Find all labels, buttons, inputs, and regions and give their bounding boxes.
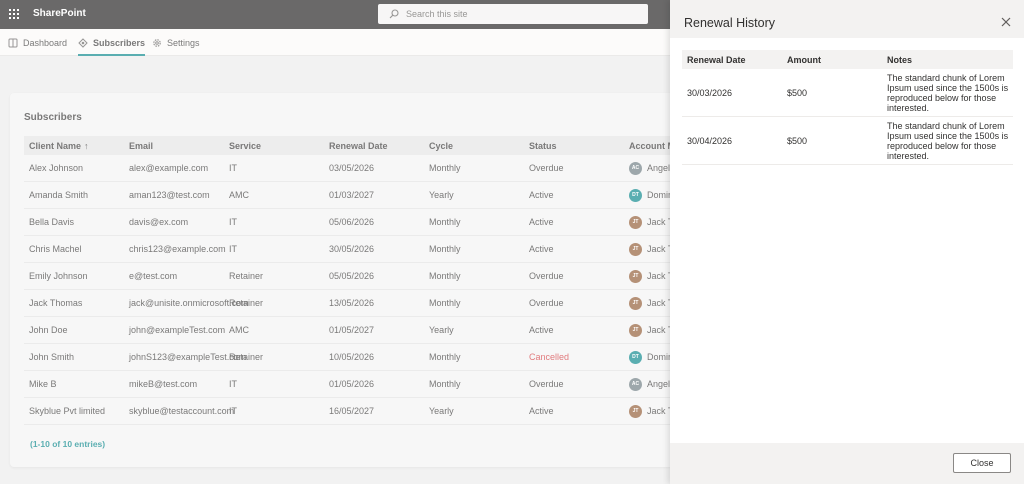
rh-col-amount: Amount <box>787 54 821 65</box>
rh-table-header: Renewal Date Amount Notes <box>682 50 1013 69</box>
rh-table-row: 30/03/2026 $500 The standard chunk of Lore… <box>682 69 1013 117</box>
rh-table-row: 30/04/2026 $500 The standard chunk of Lore… <box>682 117 1013 165</box>
close-button[interactable]: Close <box>953 453 1011 473</box>
panel-footer: Close <box>670 443 1024 484</box>
rh-col-notes: Notes <box>887 54 913 65</box>
rh-notes: The standard chunk of Lorem Ipsum used s… <box>887 120 1009 161</box>
close-icon[interactable] <box>1000 16 1012 28</box>
panel-header: Renewal History <box>670 0 1024 38</box>
rh-renewal-date: 30/04/2026 <box>687 135 733 146</box>
rh-renewal-date: 30/03/2026 <box>687 87 733 98</box>
renewal-history-panel: Renewal History Renewal Date Amount Note… <box>670 0 1024 484</box>
modal-overlay[interactable] <box>0 0 670 484</box>
panel-title: Renewal History <box>684 16 776 30</box>
rh-amount: $500 <box>787 135 808 146</box>
rh-table-body: 30/03/2026 $500 The standard chunk of Lore… <box>682 69 1013 165</box>
rh-notes: The standard chunk of Lorem Ipsum used s… <box>887 72 1009 113</box>
rh-amount: $500 <box>787 87 808 98</box>
renewal-history-table: Renewal Date Amount Notes 30/03/2026 $500… <box>682 50 1013 165</box>
rh-col-renewal-date: Renewal Date <box>687 54 746 65</box>
